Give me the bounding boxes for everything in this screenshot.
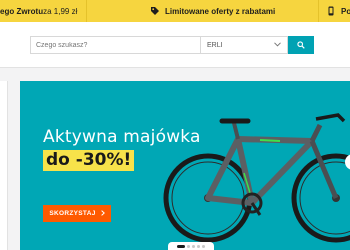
banner-cta-button[interactable]: SKORZYSTAJ <box>43 205 111 222</box>
promo-free-returns[interactable]: ego Zwrotu za 1,99 zł <box>0 0 77 22</box>
discount-tag-icon <box>150 6 160 16</box>
chevron-right-icon <box>100 209 105 218</box>
search-bar: ERLI <box>30 36 314 54</box>
promo-free-returns-bold: ego Zwrotu <box>0 6 44 16</box>
phone-icon <box>326 6 336 16</box>
bicycle-image <box>163 113 350 243</box>
previous-slide-card[interactable] <box>0 81 8 250</box>
promo-limited-offers[interactable]: Limitowane oferty z rabatami <box>150 0 275 22</box>
search-scope-select[interactable]: ERLI <box>200 36 288 54</box>
promo-download-app[interactable]: Pob <box>326 0 350 22</box>
carousel-dot[interactable] <box>192 244 195 248</box>
promo-free-returns-text: za 1,99 zł <box>43 6 78 16</box>
chevron-down-icon <box>274 41 281 49</box>
carousel-dot[interactable] <box>197 244 200 248</box>
search-input[interactable] <box>30 36 200 54</box>
header: ERLI <box>0 22 350 68</box>
search-scope-value: ERLI <box>207 41 223 49</box>
banner-discount: do -30%! <box>43 150 135 171</box>
carousel-dot[interactable] <box>177 244 185 248</box>
carousel-dot[interactable] <box>187 244 190 248</box>
promo-bar: ego Zwrotu za 1,99 zł Limitowane oferty … <box>0 0 350 22</box>
hero-banner[interactable]: Aktywna majówka do -30%! SKORZYSTAJ <box>20 81 350 250</box>
banner-title: Aktywna majówka <box>43 127 201 147</box>
carousel-dot[interactable] <box>202 244 205 248</box>
promo-divider <box>318 0 319 22</box>
promo-limited-offers-text: Limitowane oferty z rabatami <box>165 6 276 16</box>
promo-download-app-text: Pob <box>341 6 350 16</box>
carousel-dots <box>168 242 214 250</box>
banner-cta-label: SKORZYSTAJ <box>49 210 96 217</box>
search-button[interactable] <box>288 36 314 54</box>
search-icon <box>297 36 305 54</box>
promo-divider <box>86 0 87 22</box>
